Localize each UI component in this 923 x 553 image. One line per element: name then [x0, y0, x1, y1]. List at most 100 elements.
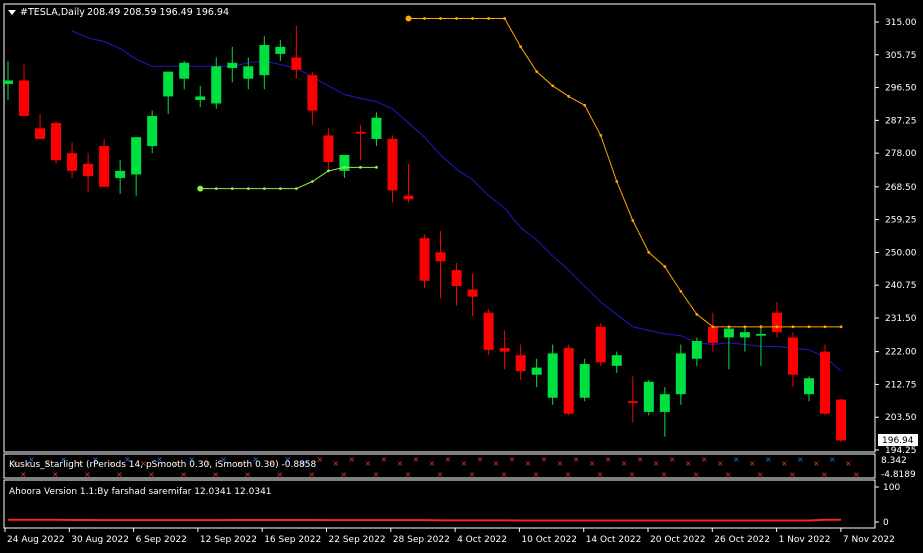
green-indicator-point	[197, 185, 204, 192]
current-price-label: 196.94	[882, 436, 914, 446]
price-tick-label: 287.25	[885, 116, 917, 126]
orange-indicator-point	[439, 17, 442, 20]
orange-indicator-point	[727, 325, 731, 329]
candle-body	[755, 333, 766, 336]
kuskus-marker: ×	[445, 455, 452, 464]
kuskus-marker: ×	[212, 470, 219, 479]
trading-chart-window[interactable]: ××× ××× ××× ××× ××× ××× ××× ××× ××× ××× ××× ××× ××× ×…	[0, 0, 923, 553]
candle-body	[611, 355, 622, 366]
kuskus-marker: ×	[797, 455, 804, 464]
time-tick-label: 4 Oct 2022	[457, 535, 507, 545]
candle-body	[515, 355, 526, 372]
green-indicator-point	[230, 187, 234, 190]
kuskus-marker: ×	[565, 470, 572, 479]
kuskus-marker: ×	[316, 455, 323, 464]
orange-indicator-point	[775, 325, 779, 329]
candle-body	[659, 394, 670, 412]
kuskus-marker: ×	[725, 470, 732, 479]
kuskus-marker: ×	[413, 455, 420, 464]
kuskus-marker: ×	[669, 455, 676, 464]
green-indicator-point	[375, 165, 378, 169]
kuskus-marker: ×	[348, 455, 355, 464]
main-chart-frame[interactable]	[3, 3, 876, 453]
candle-body	[627, 401, 638, 404]
candle-body	[787, 337, 798, 375]
price-tick-label: 212.75	[885, 380, 917, 390]
price-tick-label: 194.25	[885, 446, 917, 456]
green-indicator-point	[246, 187, 250, 190]
price-tick-label: 268.50	[885, 183, 917, 193]
candle-body	[531, 367, 542, 375]
orange-indicator-point	[679, 289, 683, 293]
candle-body	[323, 135, 334, 163]
kuskus-marker: ×	[20, 470, 27, 479]
time-tick-label: 7 Nov 2022	[843, 535, 895, 545]
kuskus-marker: ×	[340, 470, 347, 479]
candle-body	[35, 128, 46, 139]
kuskus-marker: ×	[845, 459, 852, 468]
candle-body	[739, 332, 750, 338]
time-tick-label: 22 Sep 2022	[329, 535, 386, 545]
candle-body	[691, 341, 702, 359]
time-tick-label: 1 Nov 2022	[779, 535, 831, 545]
orange-indicator-point	[405, 15, 412, 22]
kuskus-marker: ×	[589, 459, 596, 468]
orange-indicator-point	[807, 325, 811, 329]
candle-body	[179, 62, 190, 79]
kuskus-marker: ×	[853, 470, 860, 479]
kuskus-marker: ×	[605, 455, 612, 464]
kuskus-marker: ×	[525, 459, 532, 468]
candle-body	[435, 252, 446, 262]
kuskus-tick-bottom: -4.8189	[881, 470, 916, 480]
orange-indicator-point	[487, 17, 490, 20]
kuskus-marker: ×	[717, 459, 724, 468]
candle-body	[51, 123, 62, 161]
kuskus-marker: ×	[84, 470, 91, 479]
orange-indicator-point	[759, 325, 763, 329]
orange-indicator-point	[615, 180, 619, 183]
kuskus-marker: ×	[685, 459, 692, 468]
time-tick-label: 30 Aug 2022	[71, 535, 129, 545]
price-tick-label: 278.00	[885, 149, 917, 159]
price-tick-label: 240.75	[885, 281, 917, 291]
kuskus-marker: ×	[765, 455, 772, 464]
kuskus-marker: ×	[308, 470, 315, 479]
candle-body	[723, 328, 734, 338]
price-tick-label: 305.75	[885, 51, 917, 61]
green-indicator-point	[214, 187, 218, 190]
candle-body	[67, 153, 78, 171]
kuskus-marker: ×	[821, 470, 828, 479]
candle-body	[355, 131, 366, 134]
kuskus-tick-top: 8.342	[881, 456, 907, 466]
kuskus-marker: ×	[629, 470, 636, 479]
time-tick-label: 28 Sep 2022	[393, 535, 450, 545]
kuskus-marker: ×	[757, 470, 764, 479]
candle-body	[451, 270, 462, 287]
candle-body	[147, 115, 158, 147]
candle-body	[243, 66, 254, 79]
kuskus-marker: ×	[789, 470, 796, 479]
candle-body	[595, 326, 606, 363]
candle-body	[563, 348, 574, 414]
candle-body	[19, 80, 30, 116]
kuskus-marker: ×	[396, 459, 403, 468]
green-indicator-point	[359, 165, 362, 169]
kuskus-marker: ×	[557, 459, 564, 468]
candle-body	[547, 353, 558, 398]
price-axis[interactable]: 315.00 305.75 296.50 287.25 278.00 268.50 259.…	[875, 18, 917, 456]
orange-indicator-point	[535, 70, 539, 74]
time-axis[interactable]: 24 Aug 2022 30 Aug 2022 6 Sep 2022 12 Sep 2…	[4, 528, 895, 545]
time-tick-label: 14 Oct 2022	[586, 535, 642, 545]
kuskus-marker: ×	[469, 470, 476, 479]
green-indicator-point	[262, 187, 266, 190]
kuskus-marker: ×	[733, 455, 740, 464]
candle-body	[579, 364, 590, 398]
green-indicator-point	[343, 165, 346, 169]
kuskus-marker: ×	[653, 459, 660, 468]
price-tick-label: 231.50	[885, 314, 917, 324]
candle-body	[771, 312, 782, 333]
orange-indicator-point	[695, 313, 699, 316]
ahoora-tick-bottom: 0	[883, 518, 889, 528]
candle-body	[403, 195, 414, 200]
orange-indicator-point	[599, 134, 603, 137]
